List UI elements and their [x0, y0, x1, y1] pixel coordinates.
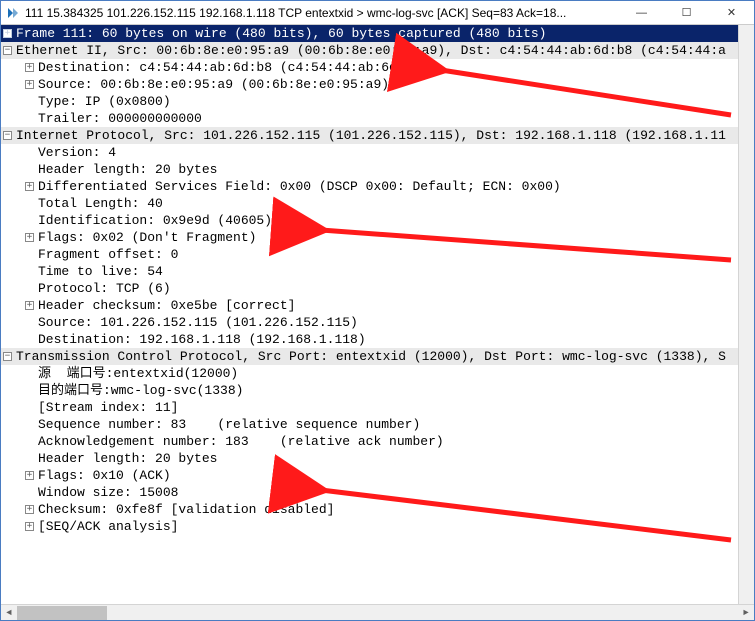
tcp-ack: Acknowledgement number: 183 (relative ac…: [38, 433, 444, 450]
expand-icon[interactable]: +: [25, 182, 34, 191]
horizontal-scrollbar[interactable]: ◄ ►: [1, 604, 754, 620]
tcp-cksum: Checksum: 0xfe8f [validation disabled]: [38, 501, 334, 518]
tcp-seqack: [SEQ/ACK analysis]: [38, 518, 178, 535]
ip-ttl: Time to live: 54: [38, 263, 163, 280]
ip-tlen-row[interactable]: Total Length: 40: [1, 195, 754, 212]
scroll-right-icon[interactable]: ►: [738, 605, 754, 621]
tcp-summary: Transmission Control Protocol, Src Port:…: [16, 348, 726, 365]
frame-summary-row[interactable]: + Frame 111: 60 bytes on wire (480 bits),…: [1, 25, 754, 42]
app-icon: [5, 5, 21, 21]
window-buttons: — ☐ ✕: [619, 1, 754, 24]
ip-dst: Destination: 192.168.1.118 (192.168.1.11…: [38, 331, 366, 348]
ethernet-summary-row[interactable]: −Ethernet II, Src: 00:6b:8e:e0:95:a9 (00…: [1, 42, 754, 59]
ip-flags-row[interactable]: + Flags: 0x02 (Don't Fragment): [1, 229, 754, 246]
ip-dsf: Differentiated Services Field: 0x00 (DSC…: [38, 178, 561, 195]
tcp-ack-row[interactable]: Acknowledgement number: 183 (relative ac…: [1, 433, 754, 450]
ip-dsf-row[interactable]: + Differentiated Services Field: 0x00 (DS…: [1, 178, 754, 195]
tcp-hlen: Header length: 20 bytes: [38, 450, 217, 467]
expand-icon[interactable]: +: [25, 233, 34, 242]
ip-src: Source: 101.226.152.115 (101.226.152.115…: [38, 314, 358, 331]
tcp-flags: Flags: 0x10 (ACK): [38, 467, 171, 484]
collapse-icon[interactable]: −: [3, 46, 12, 55]
expand-icon[interactable]: +: [25, 505, 34, 514]
vertical-scrollbar[interactable]: [738, 25, 754, 604]
eth-destination: Destination: c4:54:44:ab:6d:b8 (c4:54:44…: [38, 59, 428, 76]
ip-hlen: Header length: 20 bytes: [38, 161, 217, 178]
scroll-left-icon[interactable]: ◄: [1, 605, 17, 621]
ip-ident-row[interactable]: Identification: 0x9e9d (40605): [1, 212, 754, 229]
close-button[interactable]: ✕: [709, 1, 754, 24]
ip-foffset-row[interactable]: Fragment offset: 0: [1, 246, 754, 263]
ip-hlen-row[interactable]: Header length: 20 bytes: [1, 161, 754, 178]
ip-foffset: Fragment offset: 0: [38, 246, 178, 263]
expand-icon[interactable]: +: [25, 471, 34, 480]
expand-icon[interactable]: +: [25, 80, 34, 89]
ip-dst-row[interactable]: Destination: 192.168.1.118 (192.168.1.11…: [1, 331, 754, 348]
ip-src-row[interactable]: Source: 101.226.152.115 (101.226.152.115…: [1, 314, 754, 331]
eth-trailer-row[interactable]: Trailer: 000000000000: [1, 110, 754, 127]
expand-icon[interactable]: +: [25, 301, 34, 310]
ip-ttl-row[interactable]: Time to live: 54: [1, 263, 754, 280]
tcp-win-row[interactable]: Window size: 15008: [1, 484, 754, 501]
ip-tlen: Total Length: 40: [38, 195, 163, 212]
ip-proto-row[interactable]: Protocol: TCP (6): [1, 280, 754, 297]
ip-version: Version: 4: [38, 144, 116, 161]
ip-summary-row[interactable]: −Internet Protocol, Src: 101.226.152.115…: [1, 127, 754, 144]
eth-type-row[interactable]: Type: IP (0x0800): [1, 93, 754, 110]
collapse-icon[interactable]: −: [3, 352, 12, 361]
window-title: 111 15.384325 101.226.152.115 192.168.1.…: [25, 6, 615, 20]
packet-details-pane[interactable]: + Frame 111: 60 bytes on wire (480 bits),…: [1, 25, 754, 620]
minimize-button[interactable]: —: [619, 1, 664, 24]
eth-type: Type: IP (0x0800): [38, 93, 171, 110]
frame-summary: Frame 111: 60 bytes on wire (480 bits), …: [16, 25, 547, 42]
tcp-summary-row[interactable]: −Transmission Control Protocol, Src Port…: [1, 348, 754, 365]
tcp-dstport-row[interactable]: 目的端口号:wmc-log-svc(1338): [1, 382, 754, 399]
ip-version-row[interactable]: Version: 4: [1, 144, 754, 161]
eth-summary: Ethernet II, Src: 00:6b:8e:e0:95:a9 (00:…: [16, 42, 726, 59]
tcp-flags-row[interactable]: + Flags: 0x10 (ACK): [1, 467, 754, 484]
expand-icon[interactable]: +: [25, 522, 34, 531]
ip-cksum-row[interactable]: + Header checksum: 0xe5be [correct]: [1, 297, 754, 314]
maximize-button[interactable]: ☐: [664, 1, 709, 24]
tcp-srcport: 源 端口号:entextxid(12000): [38, 365, 238, 382]
ip-proto: Protocol: TCP (6): [38, 280, 171, 297]
scroll-track[interactable]: [17, 606, 738, 620]
scroll-thumb[interactable]: [17, 606, 107, 620]
tcp-stream: [Stream index: 11]: [38, 399, 178, 416]
tcp-win: Window size: 15008: [38, 484, 178, 501]
titlebar[interactable]: 111 15.384325 101.226.152.115 192.168.1.…: [1, 1, 754, 25]
ip-flags: Flags: 0x02 (Don't Fragment): [38, 229, 256, 246]
ip-cksum: Header checksum: 0xe5be [correct]: [38, 297, 295, 314]
tcp-hlen-row[interactable]: Header length: 20 bytes: [1, 450, 754, 467]
ip-summary: Internet Protocol, Src: 101.226.152.115 …: [16, 127, 726, 144]
tcp-dstport: 目的端口号:wmc-log-svc(1338): [38, 382, 243, 399]
ip-ident: Identification: 0x9e9d (40605): [38, 212, 272, 229]
eth-source: Source: 00:6b:8e:e0:95:a9 (00:6b:8e:e0:9…: [38, 76, 389, 93]
collapse-icon[interactable]: −: [3, 131, 12, 140]
expand-icon[interactable]: +: [25, 63, 34, 72]
eth-destination-row[interactable]: + Destination: c4:54:44:ab:6d:b8 (c4:54:4…: [1, 59, 754, 76]
expand-icon[interactable]: +: [3, 29, 12, 38]
tcp-seq-row[interactable]: Sequence number: 83 (relative sequence n…: [1, 416, 754, 433]
tcp-cksum-row[interactable]: + Checksum: 0xfe8f [validation disabled]: [1, 501, 754, 518]
eth-trailer: Trailer: 000000000000: [38, 110, 202, 127]
tcp-stream-row[interactable]: [Stream index: 11]: [1, 399, 754, 416]
tcp-seq: Sequence number: 83 (relative sequence n…: [38, 416, 420, 433]
tcp-seqack-row[interactable]: + [SEQ/ACK analysis]: [1, 518, 754, 535]
tcp-srcport-row[interactable]: 源 端口号:entextxid(12000): [1, 365, 754, 382]
eth-source-row[interactable]: + Source: 00:6b:8e:e0:95:a9 (00:6b:8e:e0:…: [1, 76, 754, 93]
window: 111 15.384325 101.226.152.115 192.168.1.…: [0, 0, 755, 621]
